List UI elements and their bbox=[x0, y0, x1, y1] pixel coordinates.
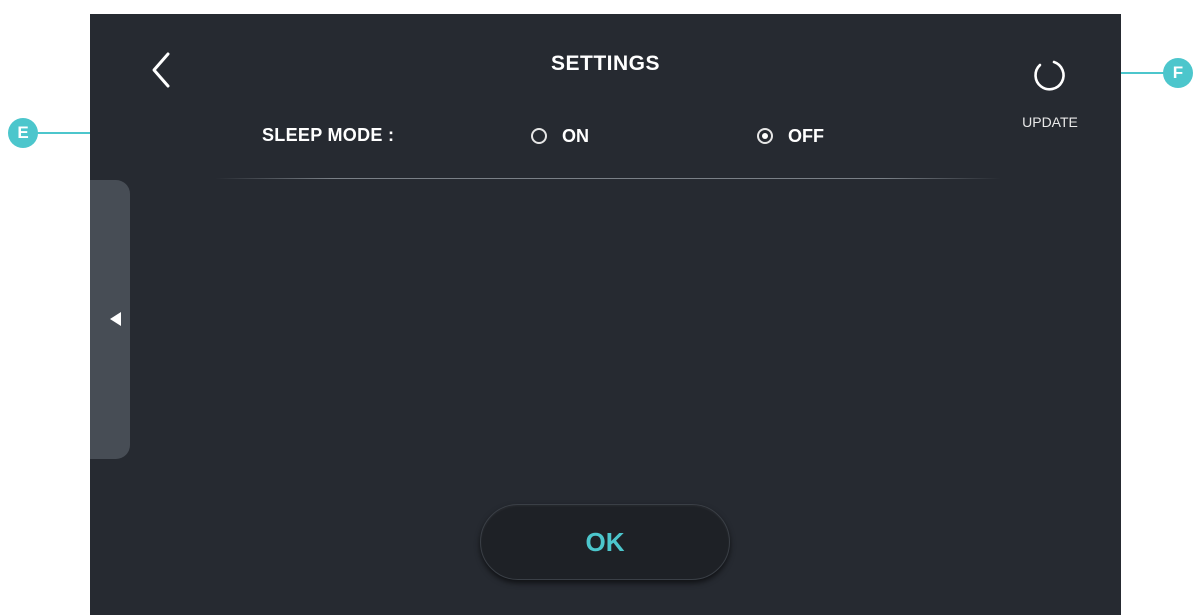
radio-unchecked-icon bbox=[531, 128, 547, 144]
ok-button[interactable]: OK bbox=[480, 504, 730, 580]
radio-label-off: OFF bbox=[788, 125, 824, 146]
divider bbox=[215, 178, 1001, 179]
radio-label-on: ON bbox=[562, 125, 589, 146]
side-panel-tab[interactable] bbox=[90, 180, 130, 459]
settings-screen: SETTINGS UPDATE SLEEP MODE : ON OFF OK bbox=[90, 14, 1121, 615]
refresh-icon bbox=[1034, 60, 1065, 91]
triangle-left-icon bbox=[110, 312, 121, 326]
callout-badge-f: F bbox=[1163, 58, 1193, 88]
sleep-mode-off-radio[interactable]: OFF bbox=[757, 122, 824, 150]
sleep-mode-label: SLEEP MODE : bbox=[262, 125, 395, 145]
callout-badge-e: E bbox=[8, 118, 38, 148]
sleep-mode-on-radio[interactable]: ON bbox=[531, 122, 589, 150]
radio-checked-icon bbox=[757, 128, 773, 144]
page-title: SETTINGS bbox=[550, 52, 660, 75]
update-label: UPDATE bbox=[1022, 114, 1078, 130]
update-button[interactable]: UPDATE bbox=[1010, 52, 1090, 132]
